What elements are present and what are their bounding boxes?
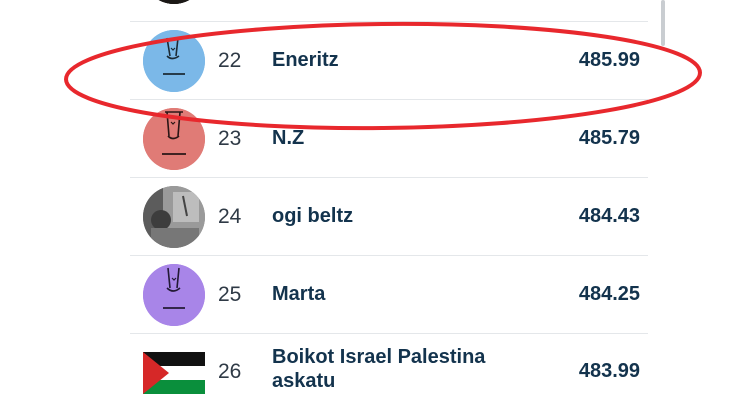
dark-photo-avatar-icon (143, 0, 205, 4)
palestine-flag-icon (143, 352, 205, 394)
player-score: 484.25 (578, 283, 640, 305)
player-name: Eneritz (272, 49, 339, 71)
leaderboard-row[interactable]: 22 Eneritz 485.99 (130, 22, 648, 100)
player-name: ogi beltz (272, 205, 354, 227)
rank-number: 23 (218, 127, 242, 150)
leaderboard-row[interactable]: 23 N.Z 485.79 (130, 100, 648, 178)
leaderboard-row[interactable]: 25 Marta 484.25 (130, 256, 648, 334)
player-name: Marta (272, 283, 326, 305)
leaderboard-row[interactable]: 24 ogi beltz 484.43 (130, 178, 648, 256)
leaderboard-screen: 22 Eneritz 485.99 23 N.Z 485.79 24 ogi b… (0, 0, 735, 413)
red-face-avatar-icon (143, 108, 205, 170)
scrollbar[interactable] (661, 0, 665, 46)
player-score: 485.79 (578, 127, 640, 149)
leaderboard-row-partial[interactable] (130, 0, 648, 22)
photo-avatar-icon (143, 186, 205, 248)
leaderboard-row[interactable]: 26 Boikot Israel Palestina askatu 483.99 (130, 334, 648, 413)
blue-face-avatar-icon (143, 30, 205, 92)
player-name: Boikot Israel Palestina askatu (272, 346, 486, 392)
rank-number: 24 (218, 205, 242, 228)
rank-number: 26 (218, 360, 242, 383)
player-score: 484.43 (578, 205, 640, 227)
purple-face-avatar-icon (143, 264, 205, 326)
player-score: 485.99 (578, 49, 640, 71)
player-score: 483.99 (578, 360, 640, 382)
rank-number: 22 (218, 49, 242, 72)
rank-number: 25 (218, 283, 242, 306)
player-name: N.Z (272, 127, 305, 149)
